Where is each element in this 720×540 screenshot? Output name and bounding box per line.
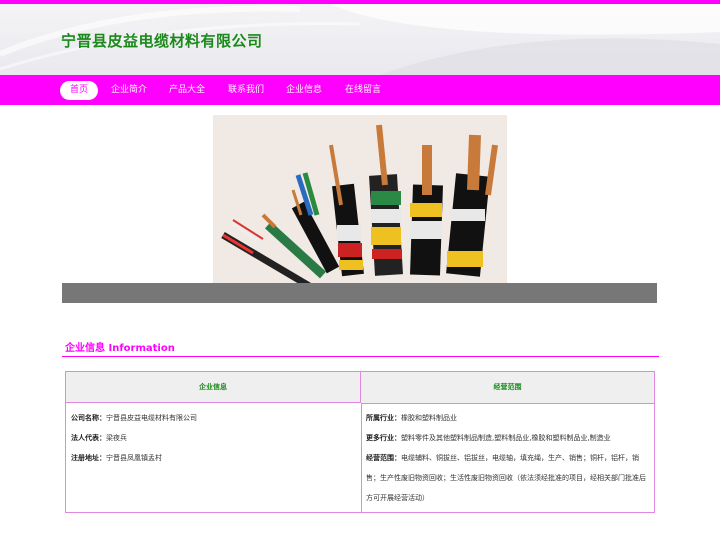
business-scope-row: 经营范围：电缆辅料、铜拔丝、铝拔丝，电缆轴，填充绳，生产、销售；铜杆，铝杆，销售… <box>366 448 648 508</box>
legal-rep-value: 梁夜兵 <box>106 434 127 442</box>
table-header-business-scope: 经营范围 <box>361 372 654 404</box>
table-divider <box>361 403 362 512</box>
industry-value: 橡胶和塑料制品业 <box>401 414 457 422</box>
banner-image <box>213 115 507 303</box>
section-divider <box>62 356 659 357</box>
more-industry-value: 塑料零件及其他塑料制品制造,塑料制品业,橡胶和塑料制品业,制造业 <box>401 434 611 442</box>
table-header-company-info: 企业信息 <box>66 372 361 403</box>
nav-item-contact[interactable]: 联系我们 <box>228 81 264 100</box>
more-industry-label: 更多行业： <box>366 434 401 442</box>
business-scope-label: 经营范围： <box>366 454 401 462</box>
industry-row: 所属行业：橡胶和塑料制品业 <box>366 413 457 423</box>
company-name-label: 公司名称： <box>71 414 106 422</box>
business-scope-value: 电缆辅料、铜拔丝、铝拔丝，电缆轴，填充绳，生产、销售；铜杆，铝杆，销售；生产性废… <box>366 454 646 502</box>
legal-rep-row: 法人代表：梁夜兵 <box>71 433 127 443</box>
address-value: 宁晋县凤凰镇孟村 <box>106 454 162 462</box>
main-nav: 首页 企业简介 产品大全 联系我们 企业信息 在线留言 <box>0 75 720 105</box>
section-title-cn: 企业信息 <box>65 343 105 354</box>
site-title: 宁晋县皮益电缆材料有限公司 <box>61 32 263 50</box>
company-name-row: 公司名称：宁晋县皮益电缆材料有限公司 <box>71 413 197 423</box>
site-header: 宁晋县皮益电缆材料有限公司 <box>0 4 720 75</box>
address-label: 注册地址： <box>71 454 106 462</box>
company-name-value: 宁晋县皮益电缆材料有限公司 <box>106 414 197 422</box>
banner-caption-bar <box>62 283 657 303</box>
legal-rep-label: 法人代表： <box>71 434 106 442</box>
industry-label: 所属行业： <box>366 414 401 422</box>
section-title: 企业信息 Information <box>65 339 175 354</box>
nav-item-home[interactable]: 首页 <box>60 81 99 100</box>
section-title-en: Information <box>108 343 175 354</box>
company-info-table: 企业信息 经营范围 公司名称：宁晋县皮益电缆材料有限公司 法人代表：梁夜兵 注册… <box>65 371 655 513</box>
nav-item-message[interactable]: 在线留言 <box>345 81 381 100</box>
address-row: 注册地址：宁晋县凤凰镇孟村 <box>71 453 162 463</box>
nav-item-about[interactable]: 企业简介 <box>111 81 147 100</box>
nav-item-products[interactable]: 产品大全 <box>169 81 205 100</box>
more-industry-row: 更多行业：塑料零件及其他塑料制品制造,塑料制品业,橡胶和塑料制品业,制造业 <box>366 433 611 443</box>
nav-item-company-info[interactable]: 企业信息 <box>286 81 322 100</box>
cable-photo <box>213 115 507 303</box>
